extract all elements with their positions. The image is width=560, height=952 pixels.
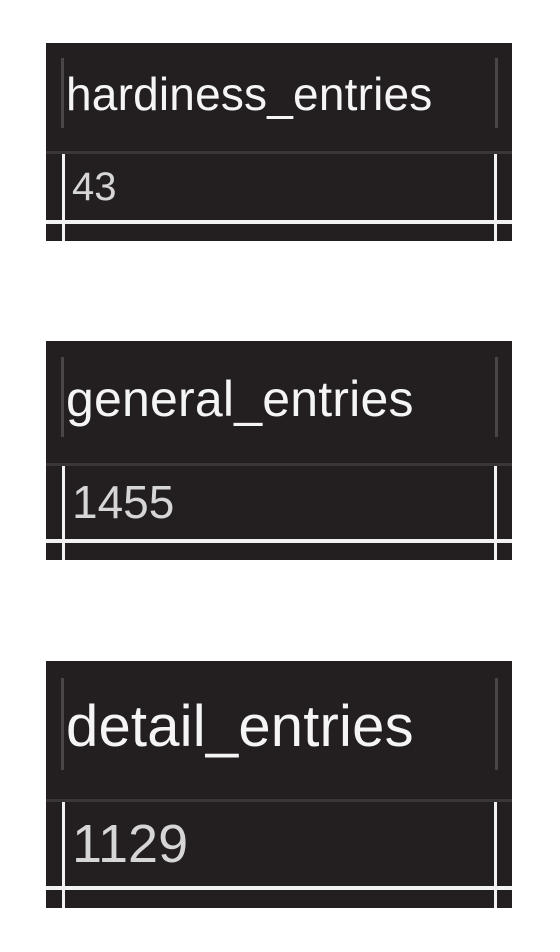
result-cell[interactable]: 1455 [62,466,497,539]
column-resize-handle[interactable] [495,678,498,770]
grid-line [494,543,497,560]
column-header[interactable]: hardiness_entries [46,43,512,151]
query-result-general: general_entries 1455 [46,341,512,560]
column-separator [61,678,64,770]
result-cell-value: 1129 [72,814,189,874]
result-cell-value: 1455 [72,476,175,528]
result-cell-value: 43 [72,165,117,209]
column-header-label: detail_entries [66,694,414,759]
column-header-label: hardiness_entries [66,68,433,120]
column-resize-handle[interactable] [495,58,498,128]
result-cell[interactable]: 1129 [62,802,497,886]
grid-line [494,224,497,241]
column-resize-handle[interactable] [495,357,498,437]
query-result-detail: detail_entries 1129 [46,661,512,908]
result-cell[interactable]: 43 [62,154,497,220]
grid-line [62,890,65,908]
row-divider [46,886,512,890]
column-header[interactable]: general_entries [46,341,512,463]
row-divider [46,220,512,224]
grid-line [494,890,497,908]
row-divider [46,539,512,543]
column-separator [61,357,64,437]
column-header-label: general_entries [66,371,414,427]
column-header[interactable]: detail_entries [46,661,512,799]
grid-line [62,543,65,560]
query-result-hardiness: hardiness_entries 43 [46,43,512,241]
column-separator [61,58,64,128]
grid-line [62,224,65,241]
